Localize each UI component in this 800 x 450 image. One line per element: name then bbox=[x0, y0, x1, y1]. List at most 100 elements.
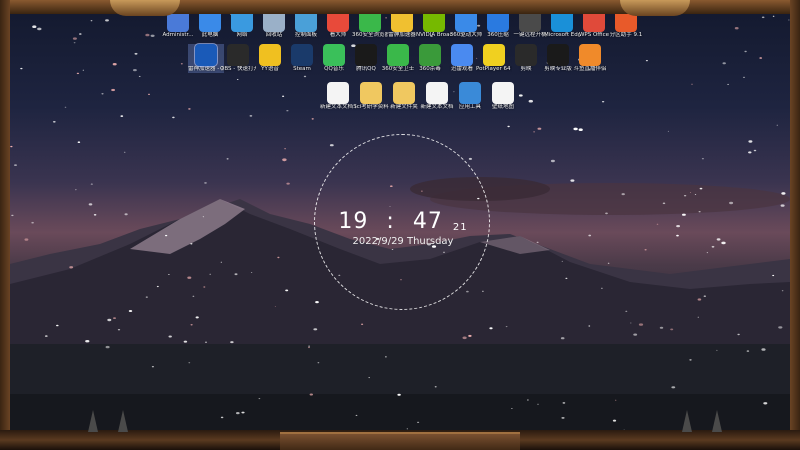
snowflake bbox=[10, 145, 13, 148]
snowflake bbox=[282, 158, 287, 161]
app-icon bbox=[359, 14, 381, 32]
desktop-icon[interactable]: 360压缩 bbox=[480, 14, 516, 39]
snowflake bbox=[697, 316, 699, 318]
snowflake bbox=[588, 234, 592, 237]
app-icon bbox=[263, 14, 285, 32]
desktop-icon[interactable]: 新建文本文档 (2) bbox=[320, 82, 356, 111]
desktop-icon[interactable]: OBS - 快速打开 bbox=[220, 44, 256, 73]
desktop-icon[interactable]: 应用工具 bbox=[452, 82, 488, 111]
snowflake bbox=[236, 79, 239, 80]
desktop-icon[interactable]: 雷神加速器 - 打开所有 bbox=[188, 43, 224, 73]
snowflake bbox=[748, 151, 752, 154]
desktop-icon-label: 雷神加速器 - 打开所有 bbox=[188, 66, 224, 72]
desktop-icon-label: WPS Office bbox=[578, 32, 610, 38]
snowflake bbox=[11, 214, 14, 217]
snowflake bbox=[303, 75, 307, 78]
app-icon bbox=[426, 82, 448, 104]
desktop-icon[interactable]: 雷神加速器 bbox=[384, 14, 420, 39]
snowflake bbox=[694, 194, 697, 196]
desktop-icon[interactable]: 斗鱼直播伴侣 bbox=[572, 44, 608, 73]
snowflake bbox=[615, 399, 617, 401]
snowflake bbox=[761, 16, 765, 19]
app-icon bbox=[391, 14, 413, 32]
snowflake bbox=[625, 310, 628, 312]
snowflake bbox=[150, 34, 155, 37]
snowflake bbox=[64, 106, 67, 108]
snowflake bbox=[716, 349, 718, 351]
snowflake bbox=[313, 328, 318, 331]
desktop-icon-label: QQ音乐 bbox=[324, 66, 344, 72]
desktop-frame: Administr... 此电脑 网络 回收站 控制面板 看大师 360安全浏览器 雷神加速器… bbox=[0, 0, 800, 450]
desktop-icon-label: Administr... bbox=[162, 32, 194, 38]
desktop-icon[interactable]: 360安全卫士 bbox=[380, 44, 416, 73]
snowflake bbox=[72, 37, 77, 40]
app-icon bbox=[167, 14, 189, 32]
desktop-icon[interactable]: 分区助手 9.1 bbox=[608, 14, 644, 39]
snowflake bbox=[234, 273, 238, 276]
snowflake bbox=[368, 377, 371, 379]
desktop-icon[interactable]: YY语音 bbox=[252, 44, 288, 73]
snowflake bbox=[533, 131, 535, 133]
app-icon bbox=[515, 44, 537, 66]
snowflake bbox=[528, 99, 533, 103]
desktop-icon[interactable]: 剪映专业版 bbox=[540, 44, 576, 73]
desktop-icon[interactable]: 新建文本文档 bbox=[419, 82, 455, 111]
snowflake bbox=[466, 290, 469, 293]
desktop-icon[interactable]: 看大师 bbox=[320, 14, 356, 39]
desktop-icon[interactable]: QQ音乐 bbox=[316, 44, 352, 73]
desktop-icon[interactable]: 剪映 bbox=[508, 44, 544, 73]
snowflake bbox=[37, 27, 42, 31]
desktop-icon[interactable]: Microsoft Edge bbox=[544, 14, 580, 39]
desktop-icon[interactable]: 迅雷观看 bbox=[444, 44, 480, 73]
snowflake bbox=[527, 399, 529, 401]
desktop-icon[interactable]: 回收站 bbox=[256, 14, 292, 39]
snowflake bbox=[172, 116, 175, 119]
desktop-icon[interactable]: 新建文件夹 bbox=[386, 82, 422, 111]
snowflake bbox=[79, 33, 82, 35]
desktop-icon-label: Microsoft Edge bbox=[544, 32, 580, 38]
snowflake bbox=[537, 127, 542, 130]
desktop-icon[interactable]: 控制面板 bbox=[288, 14, 324, 39]
snowflake bbox=[763, 402, 768, 405]
desktop-icon-label: 360驱动大师 bbox=[449, 32, 483, 38]
desktop-icon[interactable]: PotPlayer 64 bit bbox=[476, 44, 512, 73]
snowflake bbox=[124, 213, 128, 216]
desktop-icon-label: OBS - 快速打开 bbox=[220, 66, 256, 72]
desktop-icon-label: 看大师 bbox=[329, 32, 347, 38]
desktop-icon[interactable]: 360杀毒 bbox=[412, 44, 448, 73]
app-icon bbox=[459, 82, 481, 104]
snowflake bbox=[561, 417, 565, 419]
desktop-icon[interactable]: WPS Office bbox=[576, 14, 612, 39]
desktop-icon[interactable]: Sci考研学资料 bbox=[353, 82, 389, 111]
snowflake bbox=[190, 324, 193, 326]
snowflake bbox=[748, 140, 753, 143]
desktop-icon[interactable]: 一键远程开机 bbox=[512, 14, 548, 39]
desktop-icon[interactable]: 360安全浏览器 bbox=[352, 14, 388, 39]
desktop-icon[interactable]: 360驱动大师 bbox=[448, 14, 484, 39]
snowflake bbox=[744, 50, 747, 53]
snowflake bbox=[183, 340, 188, 343]
frame-spike bbox=[118, 410, 128, 432]
desktop-icon[interactable]: NVIDIA Broadcast bbox=[416, 14, 452, 39]
snowflake bbox=[24, 238, 29, 241]
snowflake bbox=[706, 252, 709, 254]
snowflake bbox=[188, 362, 191, 364]
frame-spike bbox=[88, 410, 98, 432]
snowflake bbox=[361, 323, 364, 325]
desktop-icon[interactable]: Administr... bbox=[160, 14, 196, 39]
snowflake bbox=[761, 348, 766, 351]
desktop-icon[interactable]: Steam bbox=[284, 44, 320, 73]
snowflake bbox=[703, 295, 706, 297]
app-icon bbox=[455, 14, 477, 32]
desktop-wallpaper[interactable]: Administr... 此电脑 网络 回收站 控制面板 看大师 360安全浏览器 雷神加速器… bbox=[10, 14, 790, 434]
desktop-icon[interactable]: 腾讯QQ bbox=[348, 44, 384, 73]
desktop-icon[interactable]: 网络 bbox=[224, 14, 260, 39]
snowflake bbox=[667, 130, 670, 132]
snowflake bbox=[168, 335, 172, 338]
desktop-icon[interactable]: 壁纸地图 bbox=[485, 82, 521, 111]
desktop-icon[interactable]: 此电脑 bbox=[192, 14, 228, 39]
snowflake bbox=[753, 149, 757, 152]
app-icon bbox=[295, 14, 317, 32]
snowflake bbox=[698, 211, 701, 213]
clock-time: 19 : 47 21 bbox=[338, 209, 468, 234]
